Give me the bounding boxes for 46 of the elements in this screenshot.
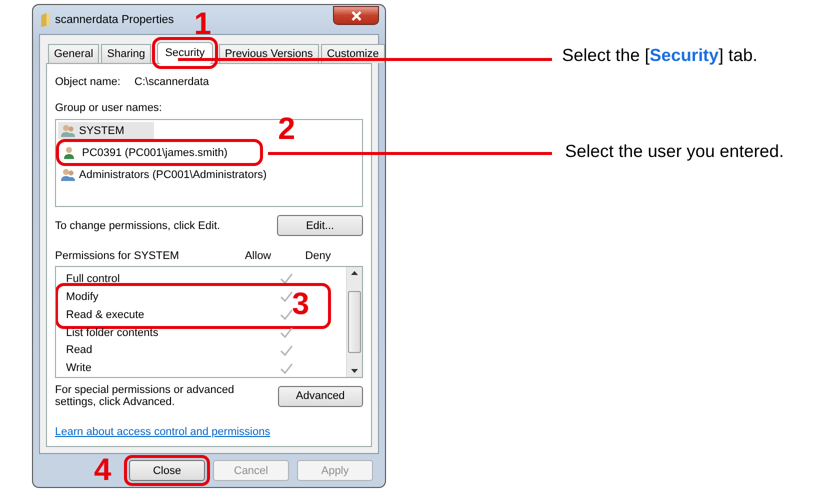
check-icon <box>280 309 292 320</box>
user-list-item[interactable]: SYSTEM <box>58 122 154 139</box>
step-number: 3 <box>292 288 310 319</box>
permission-name: Modify <box>66 290 100 303</box>
close-icon <box>350 10 362 20</box>
scrollbar[interactable] <box>346 267 362 377</box>
check-icon <box>280 291 292 302</box>
permission-name: List folder contents <box>66 326 160 339</box>
help-link[interactable]: Learn about access control and permissions <box>55 426 363 438</box>
field-label: Object name: <box>55 76 120 88</box>
step-number: 4 <box>94 454 112 485</box>
user-name: Administrators (PC001\Administrators) <box>79 168 267 180</box>
callout-text: Select the [Security] tab. <box>562 45 758 66</box>
up-arrow-icon <box>351 271 358 275</box>
down-arrow-icon <box>351 369 358 373</box>
permission-name: Read & execute <box>66 308 146 321</box>
user-list-item[interactable]: Administrators (PC001\Administrators) <box>58 166 297 183</box>
step-number: 2 <box>278 113 296 144</box>
window-title: scannerdata Properties <box>55 14 174 26</box>
advanced-button[interactable]: Advanced <box>278 386 363 406</box>
close-window-button[interactable] <box>333 6 379 25</box>
step-number: 1 <box>194 8 212 39</box>
column-header: Allow <box>244 250 272 262</box>
check-icon <box>280 362 292 374</box>
hint-text: For special permissions or advanced settings, click Advanced. <box>55 384 236 408</box>
folder-icon <box>41 12 50 26</box>
edit-button[interactable]: Edit... <box>277 215 363 236</box>
callout-text: Select the user you entered. <box>565 141 784 162</box>
column-header: Deny <box>304 250 332 262</box>
list-label: Group or user names: <box>55 102 163 114</box>
check-icon <box>280 327 292 338</box>
hint-text: To change permissions, click Edit. <box>55 220 220 232</box>
tab[interactable]: Sharing <box>101 44 152 63</box>
permission-name: Read <box>66 344 94 356</box>
permission-name: Write <box>66 362 92 374</box>
check-icon <box>280 273 292 284</box>
permission-name: Full control <box>66 272 121 285</box>
users-icon <box>61 124 75 138</box>
object-path: C:\scannerdata <box>134 76 210 88</box>
user-list-item[interactable]: PC0391 (PC001\james.smith) <box>61 144 258 161</box>
tab[interactable]: General <box>48 44 100 63</box>
user-name: SYSTEM <box>79 124 124 136</box>
users-icon <box>61 168 75 182</box>
list-label: Permissions for SYSTEM <box>55 250 180 262</box>
user-name: PC0391 (PC001\james.smith) <box>82 146 228 158</box>
check-icon <box>280 344 292 356</box>
